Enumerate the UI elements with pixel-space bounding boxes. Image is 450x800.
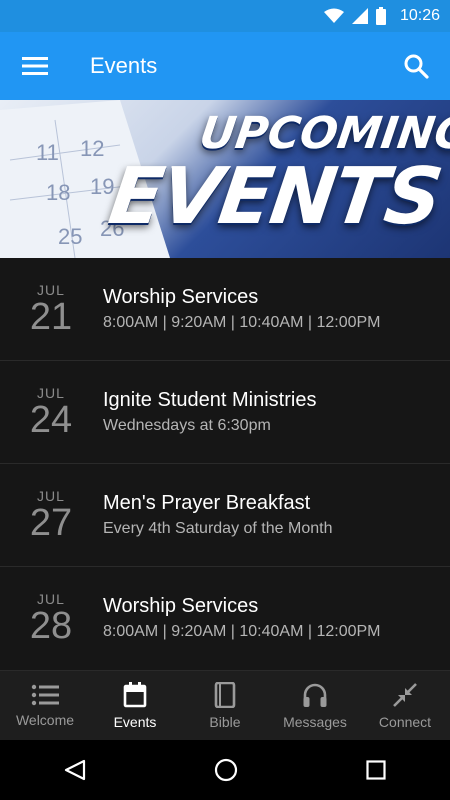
nav-messages[interactable]: Messages xyxy=(270,671,360,741)
headphones-icon xyxy=(303,683,327,707)
calendar-icon xyxy=(123,682,147,708)
event-title: Men's Prayer Breakfast xyxy=(103,492,311,514)
event-date: JUL 28 xyxy=(20,591,82,645)
event-title: Ignite Student Ministries xyxy=(103,389,317,411)
bottom-navigation: Welcome Events Bible Messages Connect xyxy=(0,670,450,741)
recents-icon[interactable] xyxy=(366,760,386,780)
banner-events-text: EVENTS xyxy=(103,152,446,242)
event-title: Worship Services xyxy=(103,286,259,308)
event-item[interactable]: JUL 21 Worship Services 8:00AM | 9:20AM … xyxy=(0,258,450,361)
status-bar: 10:26 xyxy=(0,0,450,32)
event-day: 28 xyxy=(29,605,73,647)
menu-button[interactable] xyxy=(20,52,50,80)
search-icon xyxy=(404,54,429,79)
nav-welcome[interactable]: Welcome xyxy=(0,671,90,741)
event-item[interactable]: JUL 24 Ignite Student Ministries Wednesd… xyxy=(0,361,450,464)
event-date: JUL 24 xyxy=(20,385,82,439)
status-time: 10:26 xyxy=(399,7,440,24)
connect-icon xyxy=(393,683,417,707)
calendar-number: 18 xyxy=(46,180,71,205)
nav-label: Events xyxy=(113,714,157,730)
event-subtitle: 8:00AM | 9:20AM | 10:40AM | 12:00PM xyxy=(103,623,381,640)
home-icon[interactable] xyxy=(214,758,238,782)
event-day: 21 xyxy=(29,296,73,338)
battery-icon xyxy=(375,7,386,25)
signal-icon xyxy=(351,8,368,24)
event-title: Worship Services xyxy=(103,595,259,617)
app-bar: Events xyxy=(0,32,450,100)
book-icon xyxy=(214,682,236,708)
nav-label: Welcome xyxy=(15,712,75,728)
hamburger-icon xyxy=(22,57,48,75)
calendar-number: 25 xyxy=(58,224,83,249)
event-day: 27 xyxy=(29,502,73,544)
event-item[interactable]: JUL 27 Men's Prayer Breakfast Every 4th … xyxy=(0,464,450,567)
calendar-number: 11 xyxy=(36,140,59,165)
system-navigation-bar xyxy=(0,740,450,800)
search-button[interactable] xyxy=(402,52,430,80)
event-date: JUL 21 xyxy=(20,282,82,336)
status-icons: 10:26 xyxy=(323,0,440,32)
event-date: JUL 27 xyxy=(20,488,82,542)
wifi-icon xyxy=(323,8,344,23)
event-subtitle: Every 4th Saturday of the Month xyxy=(103,520,333,537)
list-icon xyxy=(31,684,59,706)
calendar-number: 12 xyxy=(80,136,105,161)
nav-label: Connect xyxy=(378,714,432,730)
nav-events[interactable]: Events xyxy=(90,671,180,741)
nav-bible[interactable]: Bible xyxy=(180,671,270,741)
event-item[interactable]: JUL 28 Worship Services 8:00AM | 9:20AM … xyxy=(0,567,450,669)
nav-label: Bible xyxy=(209,714,241,730)
event-subtitle: Wednesdays at 6:30pm xyxy=(103,417,271,434)
events-banner: 11 18 25 12 19 26 UPCOMING EVENTS xyxy=(0,100,450,258)
nav-label: Messages xyxy=(283,714,347,730)
event-day: 24 xyxy=(29,399,73,441)
nav-connect[interactable]: Connect xyxy=(360,671,450,741)
events-list: JUL 21 Worship Services 8:00AM | 9:20AM … xyxy=(0,258,450,670)
event-subtitle: 8:00AM | 9:20AM | 10:40AM | 12:00PM xyxy=(103,314,381,331)
page-title: Events xyxy=(90,53,158,78)
back-icon[interactable] xyxy=(64,759,86,781)
